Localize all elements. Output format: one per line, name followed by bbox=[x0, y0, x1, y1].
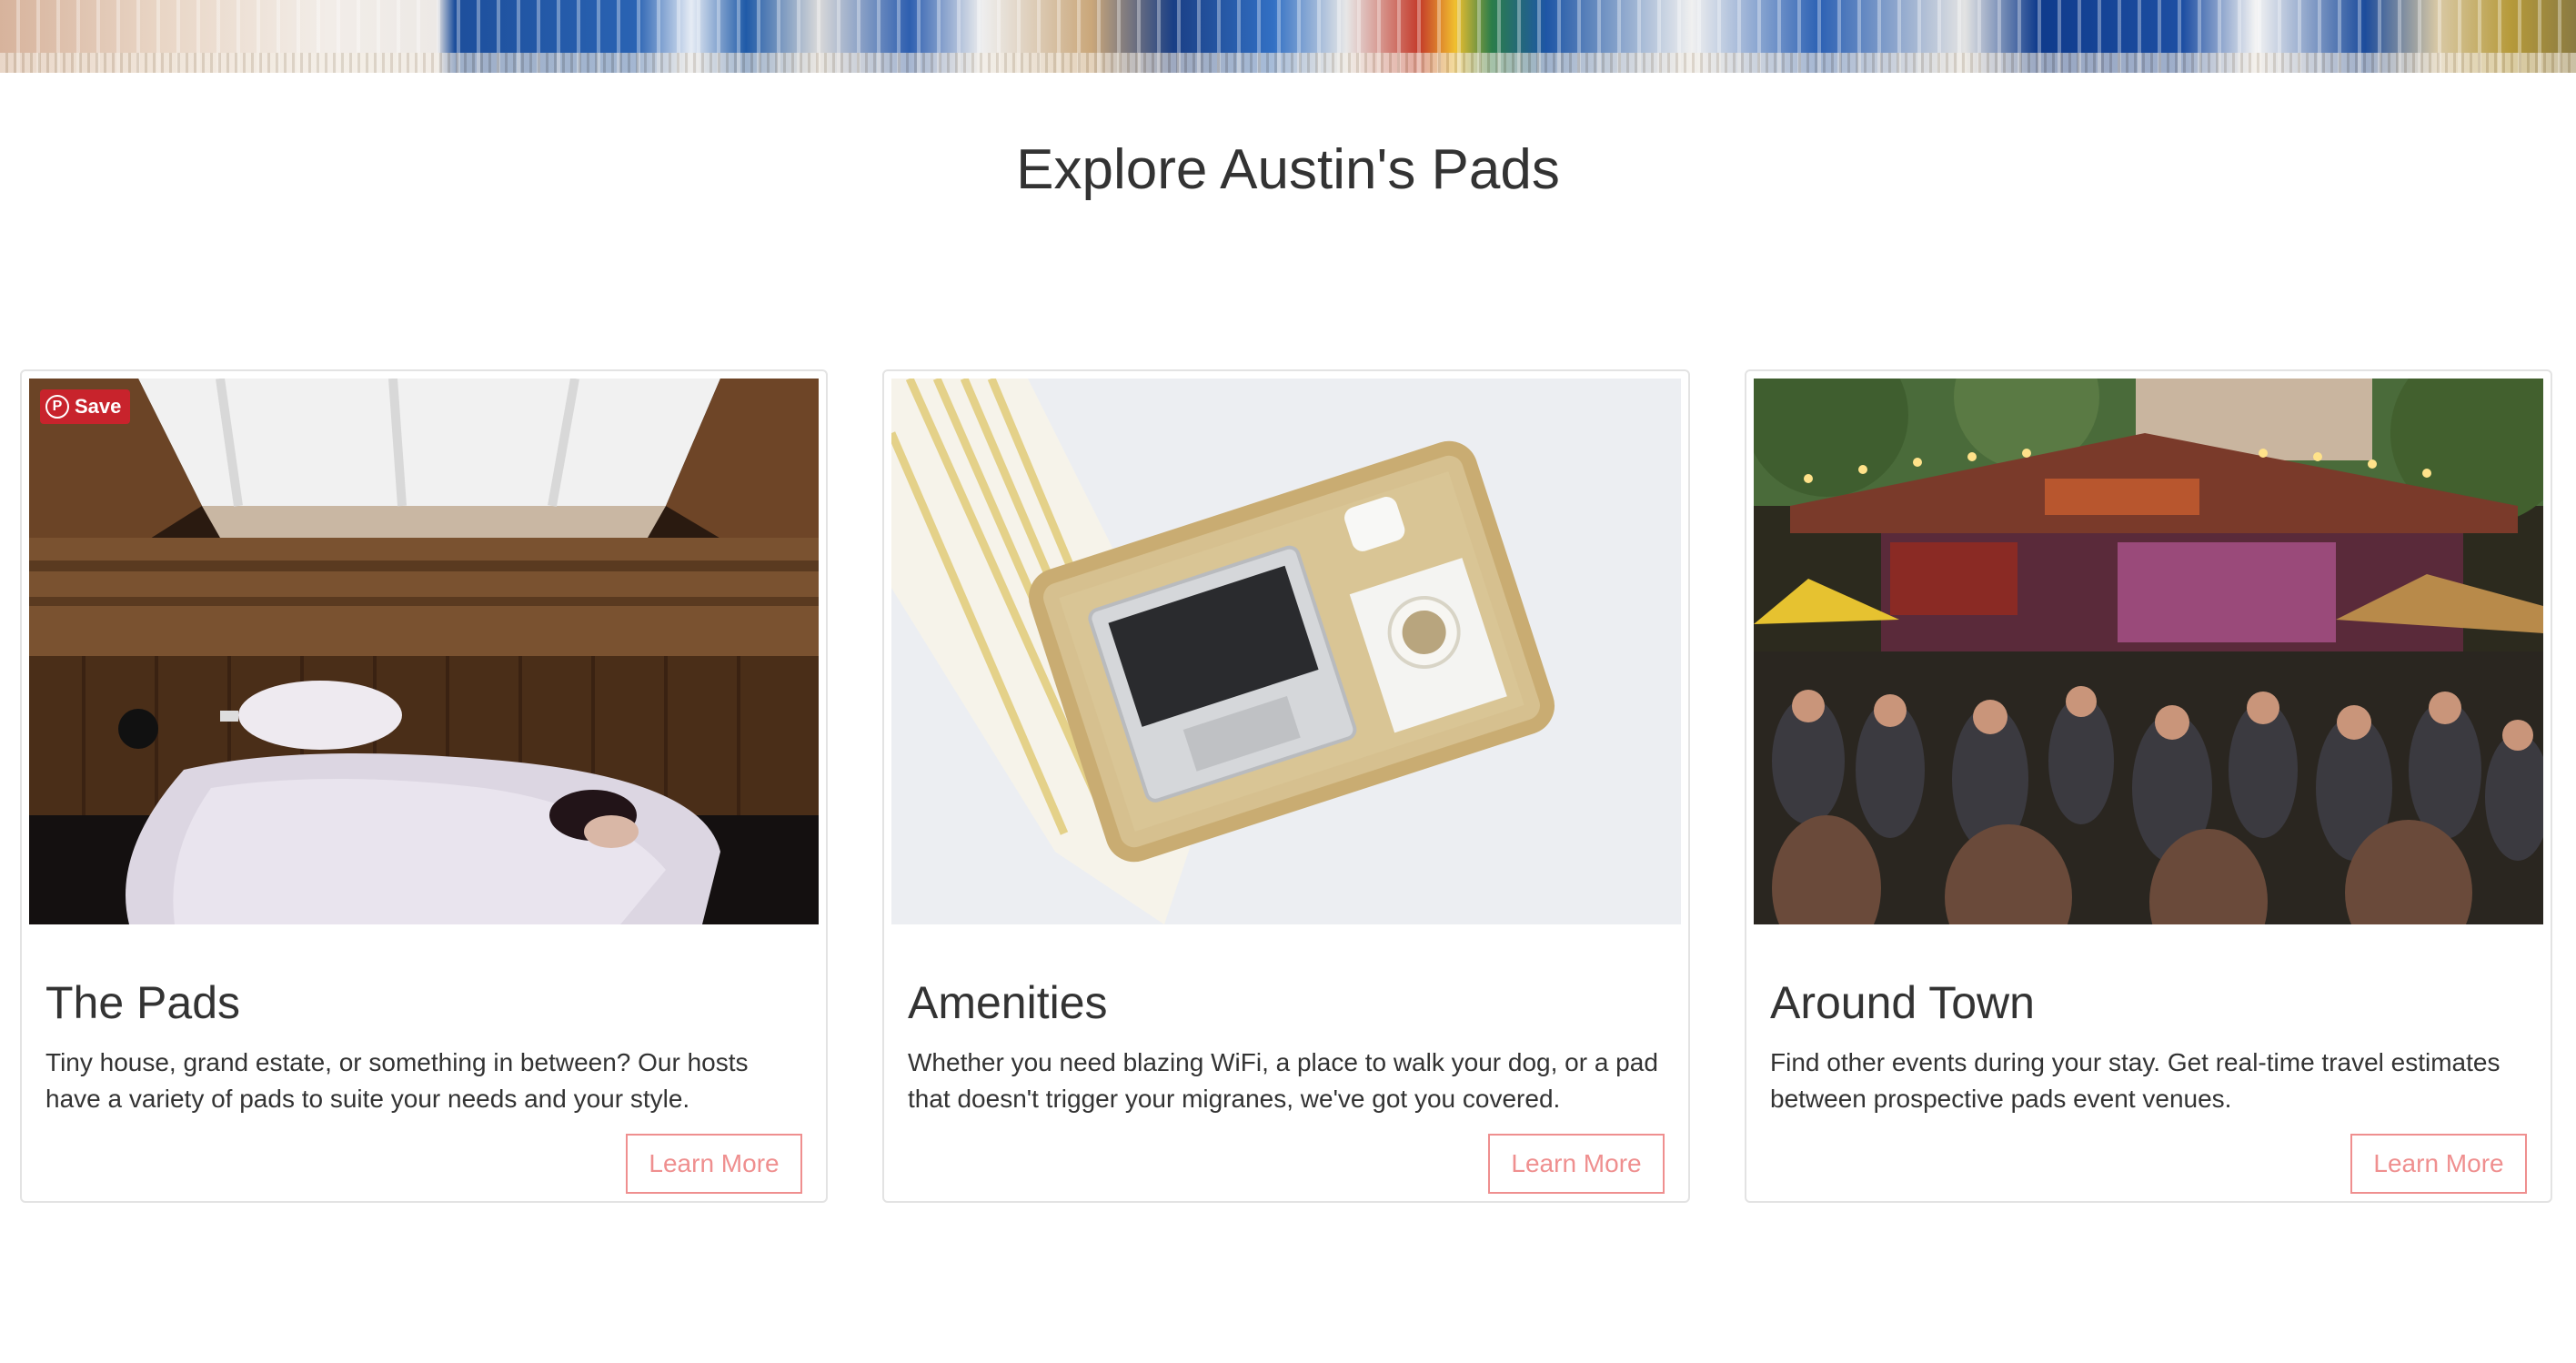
bedroom-attic-photo bbox=[29, 379, 819, 924]
card-the-pads: P Save The Pads Tiny house, grand estate… bbox=[20, 369, 828, 1203]
card-title: Around Town bbox=[1770, 977, 2035, 1028]
outdoor-concert-photo bbox=[1754, 379, 2543, 924]
hero-banner-image bbox=[0, 0, 2576, 73]
card-amenities: Amenities Whether you need blazing WiFi,… bbox=[882, 369, 1690, 1203]
pinterest-save-button[interactable]: P Save bbox=[40, 389, 131, 424]
card-description: Find other events during your stay. Get … bbox=[1770, 1048, 2501, 1113]
card-title: Amenities bbox=[908, 977, 1108, 1028]
pinterest-icon: P bbox=[45, 395, 69, 419]
card-description: Tiny house, grand estate, or something i… bbox=[45, 1048, 749, 1113]
card-description: Whether you need blazing WiFi, a place t… bbox=[908, 1048, 1658, 1113]
card-around-town: Around Town Find other events during you… bbox=[1745, 369, 2552, 1203]
learn-more-button[interactable]: Learn More bbox=[626, 1134, 802, 1194]
learn-more-button[interactable]: Learn More bbox=[1488, 1134, 1665, 1194]
laptop-tray-photo bbox=[891, 379, 1681, 924]
section-title: Explore Austin's Pads bbox=[1016, 138, 1560, 201]
learn-more-button[interactable]: Learn More bbox=[2350, 1134, 2527, 1194]
card-title: The Pads bbox=[45, 977, 241, 1028]
pinterest-save-label: Save bbox=[75, 395, 122, 418]
